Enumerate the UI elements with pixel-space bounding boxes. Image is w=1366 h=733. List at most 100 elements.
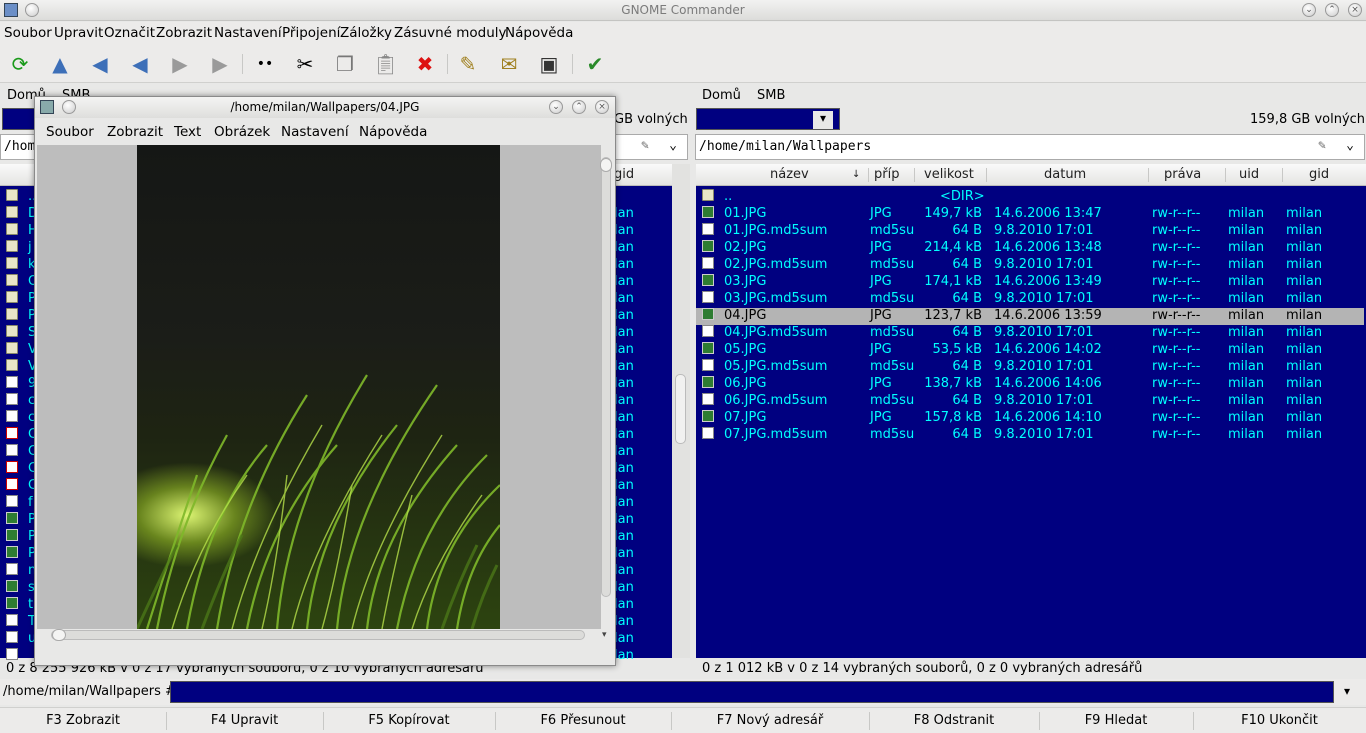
right-path-bar[interactable]: /home/milan/Wallpapers ✎ ⌄	[695, 134, 1365, 160]
edit-icon[interactable]: ✎	[456, 52, 480, 76]
menu-napoveda[interactable]: Nápověda	[505, 25, 573, 41]
f8-delete-button[interactable]: F8 Odstranit	[869, 713, 1039, 728]
bookmark-pencil-icon[interactable]: ✎	[641, 138, 649, 153]
viewer-horizontal-scrollbar[interactable]	[51, 629, 585, 641]
right-list-item[interactable]: 02.JPG JPG 214,4 kB 14.6.2006 13:48 rw-r--r-…	[696, 240, 1364, 257]
file-perm: rw-r--r--	[1152, 206, 1201, 221]
delete-icon[interactable]: ✖	[413, 52, 437, 76]
viewer-scroll-down-arrow[interactable]: ▾	[602, 630, 607, 640]
forward-icon[interactable]: ▶	[168, 52, 192, 76]
close-button[interactable]: ×	[1348, 3, 1362, 17]
f4-edit-button[interactable]: F4 Upravit	[166, 713, 323, 728]
f3-view-button[interactable]: F3 Zobrazit	[0, 713, 166, 728]
menu-zasuvne-moduly[interactable]: Zásuvné moduly	[394, 25, 507, 41]
right-list-item[interactable]: 03.JPG JPG 174,1 kB 14.6.2006 13:49 rw-r--r-…	[696, 274, 1364, 291]
text-file-icon	[6, 393, 18, 405]
f7-mkdir-button[interactable]: F7 Nový adresář	[671, 713, 869, 728]
image-file-icon	[702, 274, 714, 286]
file-gid: milan	[1286, 410, 1323, 425]
selected-list-item[interactable]: 04.JPG JPG 123,7 kB 14.6.2006 13:59 rw-r--r-…	[696, 308, 1364, 325]
right-bookmark-smb[interactable]: SMB	[757, 88, 785, 103]
chevron-down-icon[interactable]: ▾	[1344, 684, 1350, 698]
viewer-menu-zobrazit[interactable]: Zobrazit	[107, 124, 163, 140]
folder-icon	[6, 274, 18, 286]
viewer-menu-text[interactable]: Text	[174, 124, 201, 140]
right-list-item[interactable]: 04.JPG.md5sum md5su 64 B 9.8.2010 17:01 rw-r…	[696, 325, 1364, 342]
right-col-perm[interactable]: práva	[1164, 167, 1201, 182]
right-list-item[interactable]: 01.JPG JPG 149,7 kB 14.6.2006 13:47 rw-r--r-…	[696, 206, 1364, 223]
right-col-size[interactable]: velikost	[924, 167, 974, 182]
last-icon[interactable]: ▶	[208, 52, 232, 76]
menu-pripojeni[interactable]: Připojení	[282, 25, 340, 41]
first-icon[interactable]: ◀	[88, 52, 112, 76]
viewer-minimize-button[interactable]: ⌄	[549, 100, 563, 114]
viewer-close-button[interactable]: ×	[595, 100, 609, 114]
right-col-uid[interactable]: uid	[1239, 167, 1259, 182]
up-icon[interactable]: ▲	[48, 52, 72, 76]
menu-zobrazit[interactable]: Zobrazit	[156, 25, 212, 41]
right-list-item[interactable]: 05.JPG.md5sum md5su 64 B 9.8.2010 17:01 rw-r…	[696, 359, 1364, 376]
right-file-list[interactable]: název ↓ příp velikost datum práva uid gi…	[696, 164, 1366, 658]
file-date: 14.6.2006 13:49	[994, 274, 1102, 289]
right-col-ext[interactable]: příp	[874, 167, 899, 182]
right-list-item[interactable]: 06.JPG.md5sum md5su 64 B 9.8.2010 17:01 rw-r…	[696, 393, 1364, 410]
back-icon[interactable]: ◀	[128, 52, 152, 76]
right-list-item[interactable]: 05.JPG JPG 53,5 kB 14.6.2006 14:02 rw-r--r--…	[696, 342, 1364, 359]
right-list-item[interactable]: 07.JPG JPG 157,8 kB 14.6.2006 14:10 rw-r--r-…	[696, 410, 1364, 427]
file-size: 64 B	[952, 393, 982, 408]
menu-zalozky[interactable]: Záložky	[340, 25, 392, 41]
bookmark-pencil-icon[interactable]: ✎	[1318, 138, 1326, 153]
chevron-down-icon[interactable]: ⌄	[669, 138, 677, 153]
image-file-icon	[6, 546, 18, 558]
right-bookmark-home[interactable]: Domů	[702, 88, 741, 103]
viewer-maximize-button[interactable]: ⌃	[572, 100, 586, 114]
viewer-canvas[interactable]	[37, 145, 601, 629]
right-col-gid[interactable]: gid	[1309, 167, 1329, 182]
file-date: 9.8.2010 17:01	[994, 257, 1094, 272]
copy-icon[interactable]: ❐	[333, 52, 357, 76]
right-path-text: /home/milan/Wallpapers	[699, 139, 872, 154]
viewer-menu-obrazek[interactable]: Obrázek	[214, 124, 270, 140]
menu-oznacit[interactable]: Označit	[104, 25, 155, 41]
file-gid: milan	[1286, 274, 1323, 289]
right-col-date[interactable]: datum	[1044, 167, 1086, 182]
chevron-down-icon[interactable]: ▾	[813, 111, 833, 129]
f9-search-button[interactable]: F9 Hledat	[1039, 713, 1193, 728]
right-list-item[interactable]: 03.JPG.md5sum md5su 64 B 9.8.2010 17:01 rw-r…	[696, 291, 1364, 308]
minimize-button[interactable]: ⌄	[1302, 3, 1316, 17]
right-list-item[interactable]: .. <DIR>	[696, 189, 1364, 206]
file-gid: milan	[1286, 376, 1323, 391]
right-list-item[interactable]: 06.JPG JPG 138,7 kB 14.6.2006 14:06 rw-r--r-…	[696, 376, 1364, 393]
left-col-gid[interactable]: gid	[614, 167, 634, 182]
viewer-menu-nastaveni[interactable]: Nastavení	[281, 124, 349, 140]
f6-move-button[interactable]: F6 Přesunout	[495, 713, 671, 728]
menu-soubor[interactable]: Soubor	[4, 25, 52, 41]
window-title: GNOME Commander	[621, 3, 745, 17]
check-icon[interactable]: ✔	[583, 52, 607, 76]
terminal-icon[interactable]: ▣	[537, 52, 561, 76]
right-list-item[interactable]: 01.JPG.md5sum md5su 64 B 9.8.2010 17:01 rw-r…	[696, 223, 1364, 240]
menu-upravit[interactable]: Upravit	[54, 25, 103, 41]
cut-icon[interactable]: ✂	[293, 52, 317, 76]
maximize-button[interactable]: ⌃	[1325, 3, 1339, 17]
left-scrollbar[interactable]	[672, 164, 690, 658]
mail-icon[interactable]: ✉	[497, 52, 521, 76]
menu-nastaveni[interactable]: Nastavení	[214, 25, 282, 41]
right-col-name[interactable]: název	[770, 167, 809, 182]
right-list-item[interactable]: 07.JPG.md5sum md5su 64 B 9.8.2010 17:01 rw-r…	[696, 427, 1364, 444]
viewer-menu-soubor[interactable]: Soubor	[46, 124, 94, 140]
chevron-down-icon[interactable]: ⌄	[1346, 138, 1354, 153]
paste-icon[interactable]: 📋︎	[373, 52, 398, 76]
file-name: 04.JPG.md5sum	[724, 325, 828, 340]
text-file-icon	[6, 410, 18, 422]
pdf-file-icon	[6, 478, 18, 490]
f10-quit-button[interactable]: F10 Ukončit	[1193, 713, 1366, 728]
command-input[interactable]	[170, 681, 1334, 703]
f5-copy-button[interactable]: F5 Kopírovat	[323, 713, 495, 728]
refresh-icon[interactable]: ⟳	[8, 52, 32, 76]
right-list-item[interactable]: 02.JPG.md5sum md5su 64 B 9.8.2010 17:01 rw-r…	[696, 257, 1364, 274]
viewer-menu-napoveda[interactable]: Nápověda	[359, 124, 427, 140]
dots-icon[interactable]: ••	[253, 52, 277, 76]
right-drive-selector[interactable]: ▾	[696, 108, 840, 130]
viewer-vertical-scrollbar[interactable]	[600, 157, 612, 597]
